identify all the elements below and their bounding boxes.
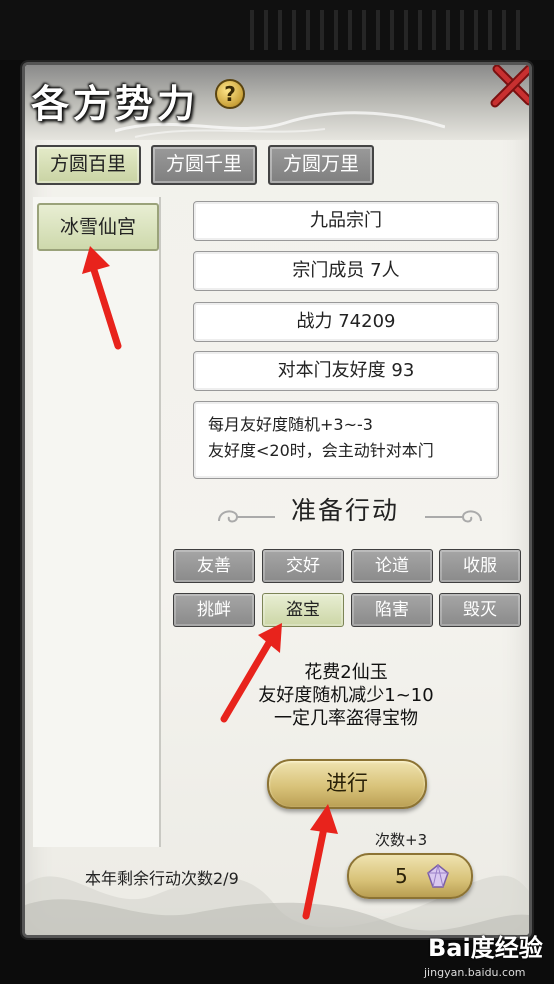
sect-friendship: 对本门友好度 93 (193, 351, 499, 391)
actions-title: 准备行动 (290, 496, 399, 525)
sect-power: 战力 74209 (193, 302, 499, 342)
action-friendly-button[interactable]: 友善 (173, 549, 255, 583)
tab-world[interactable]: 方圆万里 (268, 145, 374, 185)
execute-button[interactable]: 进行 (267, 759, 427, 809)
tab-region[interactable]: 方圆千里 (151, 145, 257, 185)
tab-nearby[interactable]: 方圆百里 (35, 145, 141, 185)
watermark-logo: Bai度经验 (428, 934, 543, 962)
action-befriend-button[interactable]: 交好 (262, 549, 344, 583)
count-plus-label: 次数+3 (375, 831, 428, 849)
desc-line: 每月友好度随机+3~-3 (208, 415, 373, 434)
annotation-arrow-icon (82, 246, 122, 350)
watermark-url: jingyan.baidu.com (424, 966, 526, 979)
action-frame-button[interactable]: 陷害 (351, 593, 433, 627)
buy-count-value: 5 (395, 864, 408, 888)
baidu-watermark: Bai度经验 jingyan.baidu.com (394, 928, 554, 984)
action-subdue-button[interactable]: 收服 (439, 549, 521, 583)
desc-line: 友好度<20时，会主动针对本门 (208, 441, 434, 460)
background-hud-ghost (250, 10, 530, 50)
buy-count-button[interactable]: 5 (347, 853, 473, 899)
panel-title: 各方势力 (31, 81, 200, 126)
jade-gem-icon (427, 864, 449, 888)
sect-members: 宗门成员 7人 (193, 251, 499, 291)
annotation-arrow-icon (302, 804, 338, 920)
annotation-arrow-icon (220, 623, 282, 723)
close-icon[interactable] (489, 63, 532, 109)
remaining-actions: 本年剩余行动次数2/9 (85, 869, 239, 888)
sect-rank: 九品宗门 (193, 201, 499, 241)
action-destroy-button[interactable]: 毁灭 (439, 593, 521, 627)
help-button[interactable]: ? (215, 79, 245, 109)
panel-header: 各方势力 ? (25, 65, 529, 140)
action-debate-button[interactable]: 论道 (351, 549, 433, 583)
sect-description: 每月友好度随机+3~-3 友好度<20时，会主动针对本门 (193, 401, 499, 479)
factions-panel: 各方势力 ? 方圆百里 方圆千里 方圆万里 冰雪仙宫 九品宗门 宗门成员 7人 … (22, 62, 532, 938)
